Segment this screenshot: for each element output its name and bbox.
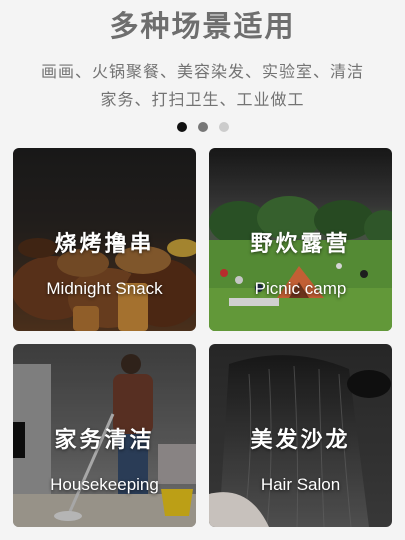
carousel-dot-2[interactable]	[197, 122, 208, 132]
scene-description: 画画、火锅聚餐、美容染发、实验室、清洁 家务、打扫卫生、工业做工	[0, 58, 405, 114]
scene-description-line-2: 家务、打扫卫生、工业做工	[100, 90, 305, 109]
scene-grid: 烧烤撸串 Midnight Snack 野炊露营 Picnic camp 家务清…	[13, 148, 392, 528]
card-title-cn: 家务清洁	[54, 428, 155, 453]
scene-card-bbq[interactable]: 烧烤撸串 Midnight Snack	[13, 148, 196, 331]
carousel-dot-3[interactable]	[218, 122, 229, 132]
card-title-en: Housekeeping	[50, 475, 159, 494]
scene-card-hair-salon[interactable]: 美发沙龙 Hair Salon	[209, 344, 392, 527]
scene-card-picnic[interactable]: 野炊露营 Picnic camp	[209, 148, 392, 331]
card-title-cn: 美发沙龙	[250, 428, 351, 453]
scene-card-housekeeping[interactable]: 家务清洁 Housekeeping	[13, 344, 196, 527]
scene-description-line-1: 画画、火锅聚餐、美容染发、实验室、清洁	[40, 62, 364, 81]
card-title-en: Hair Salon	[260, 475, 341, 494]
card-title-en: Picnic camp	[254, 279, 347, 298]
card-title-en: Midnight Snack	[46, 279, 163, 298]
page-title: 多种场景适用	[109, 9, 296, 43]
carousel-dot-1[interactable]	[176, 122, 187, 132]
card-title-cn: 野炊露营	[250, 232, 351, 257]
card-title-cn: 烧烤撸串	[54, 232, 155, 257]
carousel-indicator	[0, 122, 405, 132]
